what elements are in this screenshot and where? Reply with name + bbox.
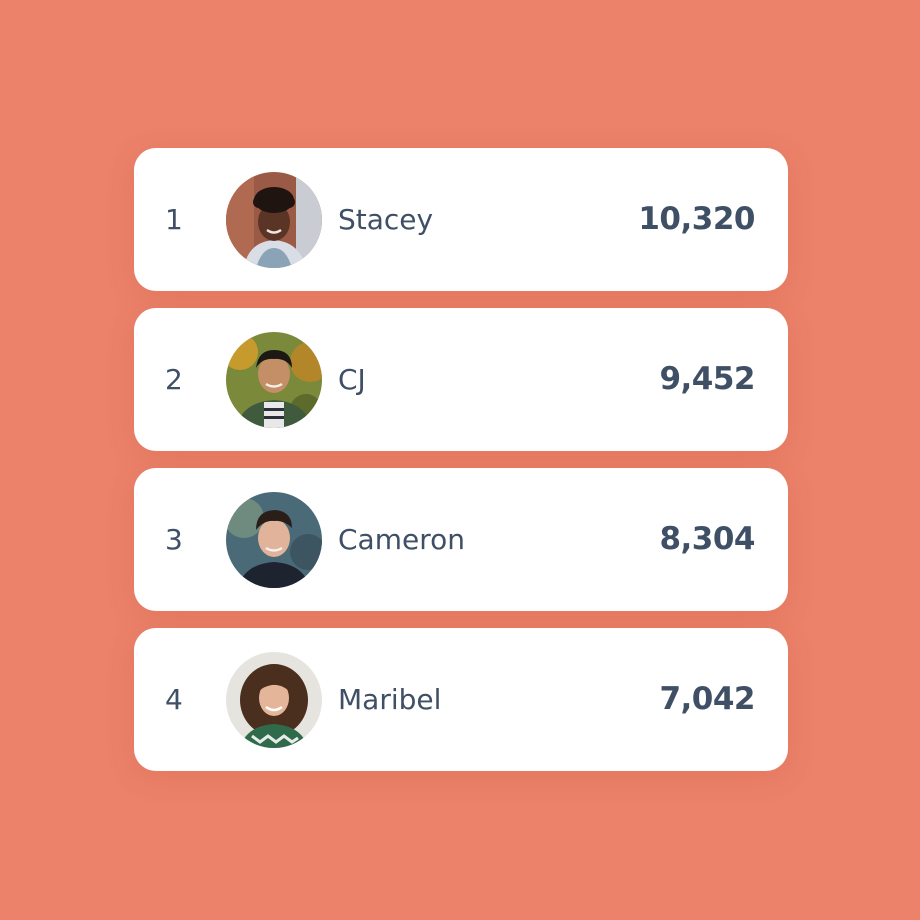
avatar [226, 172, 322, 268]
player-name: Maribel [338, 683, 442, 716]
player-score: 10,320 [638, 201, 755, 237]
player-name: Cameron [338, 523, 465, 556]
rank-number: 3 [165, 523, 183, 556]
leaderboard-row[interactable]: 1 Stacey 10,320 [134, 148, 788, 291]
avatar [226, 492, 322, 588]
rank-number: 2 [165, 363, 183, 396]
player-score: 9,452 [659, 361, 755, 397]
rank-number: 1 [165, 203, 183, 236]
avatar [226, 332, 322, 428]
leaderboard-row[interactable]: 2 CJ 9,452 [134, 308, 788, 451]
player-score: 7,042 [659, 681, 755, 717]
player-name: Stacey [338, 203, 434, 236]
player-name: CJ [338, 363, 366, 396]
player-score: 8,304 [659, 521, 755, 557]
leaderboard: 1 Stacey 10,320 2 CJ 9,452 3 Cameron 8,3… [134, 148, 788, 771]
leaderboard-row[interactable]: 3 Cameron 8,304 [134, 468, 788, 611]
avatar [226, 652, 322, 748]
leaderboard-row[interactable]: 4 Maribel 7,042 [134, 628, 788, 771]
rank-number: 4 [165, 683, 183, 716]
